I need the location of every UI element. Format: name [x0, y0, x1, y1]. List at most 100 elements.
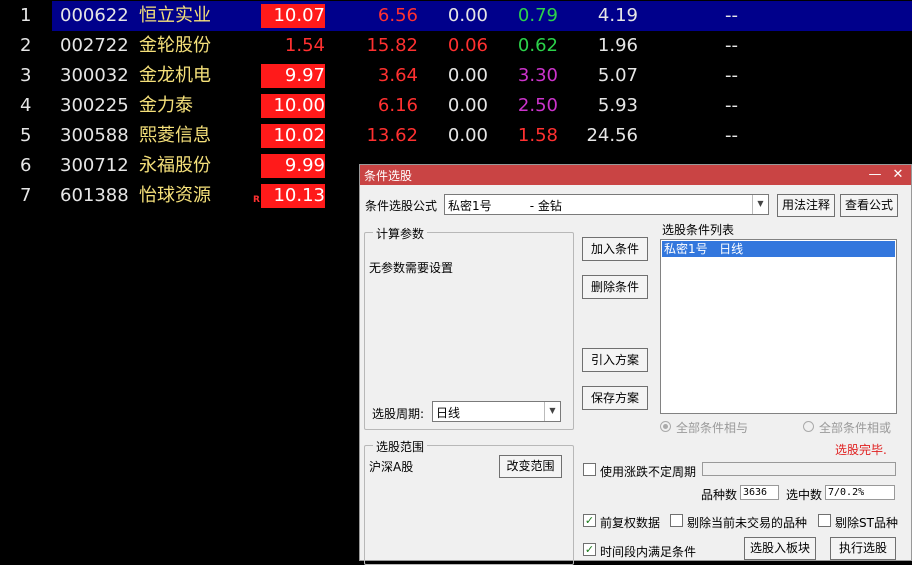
execute-button[interactable]: 执行选股 [830, 537, 896, 560]
stock-code: 300225 [60, 95, 129, 116]
stock-code: 300712 [60, 155, 129, 176]
time-condition-label: 时间段内满足条件 [600, 545, 697, 559]
turnover: 1.58 [517, 125, 558, 146]
extra-value: -- [725, 5, 738, 26]
row-index: 5 [20, 125, 32, 146]
table-row[interactable]: 4 300225 金力泰 10.00 6.16 0.00 2.50 5.93 -- [0, 91, 912, 121]
exclude-st-checkbox[interactable] [818, 514, 831, 527]
uncertain-period-label: 使用涨跌不定周期 [600, 465, 697, 479]
formula-value: 私密1号 - 金钻 [448, 199, 562, 213]
time-condition-checkbox[interactable]: ✓ [583, 543, 596, 556]
stock-code: 000622 [60, 5, 129, 26]
change-value: 0.00 [447, 5, 488, 26]
pe-ratio: 5.07 [597, 65, 638, 86]
turnover: 2.50 [517, 95, 558, 116]
usage-note-button[interactable]: 用法注释 [777, 194, 835, 217]
stock-price: 15.82 [366, 35, 418, 56]
minimize-icon[interactable]: — [865, 165, 885, 185]
change-value: 0.00 [447, 125, 488, 146]
stock-name: 怡球资源 [139, 185, 211, 206]
change-percent: 9.99 [261, 154, 325, 178]
params-text: 无参数需要设置 [369, 261, 454, 275]
stock-name: 恒立实业 [139, 5, 211, 26]
exclude-st-label: 剔除ST品种 [835, 516, 898, 530]
table-row[interactable]: 1 000622 恒立实业 10.07 6.56 0.00 0.79 4.19 -- [0, 1, 912, 31]
close-icon[interactable]: ✕ [888, 165, 908, 185]
selected-count-value: 7/0.2% [825, 485, 895, 500]
stock-name: 金力泰 [139, 95, 193, 116]
params-legend: 计算参数 [373, 225, 428, 242]
stock-name: 永福股份 [139, 155, 211, 176]
chevron-down-icon[interactable]: ▼ [752, 195, 768, 214]
change-value: 0.06 [447, 35, 488, 56]
import-plan-button[interactable]: 引入方案 [582, 348, 648, 372]
radio-or-label: 全部条件相或 [819, 421, 892, 435]
stock-name: 金轮股份 [139, 35, 211, 56]
table-row[interactable]: 3 300032 金龙机电 9.97 3.64 0.00 3.30 5.07 -- [0, 61, 912, 91]
stock-code: 300032 [60, 65, 129, 86]
uncertain-period-checkbox[interactable] [583, 463, 596, 476]
stock-name: 熙菱信息 [139, 125, 211, 146]
radio-and[interactable] [660, 421, 671, 432]
change-percent: 10.02 [261, 124, 325, 148]
chevron-down-icon[interactable]: ▼ [544, 402, 560, 421]
change-percent: 9.97 [261, 64, 325, 88]
status-text: 选股完毕. [835, 443, 887, 457]
params-group: 计算参数 无参数需要设置 选股周期: 日线 ▼ [364, 225, 574, 430]
change-value: 0.00 [447, 95, 488, 116]
period-label: 选股周期: [372, 407, 425, 421]
table-row[interactable]: 2 002722 金轮股份 1.54 15.82 0.06 0.62 1.96 -- [0, 31, 912, 61]
adjusted-data-label: 前复权数据 [600, 516, 661, 530]
pe-ratio: 24.56 [586, 125, 638, 146]
condition-stock-dialog: 条件选股 — ✕ 条件选股公式 私密1号 - 金钻 ▼ 用法注释 查看公式 计算… [359, 164, 912, 565]
save-plan-button[interactable]: 保存方案 [582, 386, 648, 410]
extra-value: -- [725, 95, 738, 116]
conditions-list[interactable]: 私密1号 日线 [660, 239, 897, 414]
table-row[interactable]: 5 300588 熙菱信息 10.02 13.62 0.00 1.58 24.56 -- [0, 121, 912, 151]
radio-or[interactable] [803, 421, 814, 432]
pe-ratio: 5.93 [597, 95, 638, 116]
dialog-title: 条件选股 [364, 169, 413, 183]
range-legend: 选股范围 [373, 438, 428, 455]
radio-and-label: 全部条件相与 [676, 421, 749, 435]
conditions-label: 选股条件列表 [662, 223, 735, 237]
dialog-titlebar[interactable]: 条件选股 — ✕ [360, 165, 911, 185]
turnover: 0.79 [517, 5, 558, 26]
view-formula-button[interactable]: 查看公式 [840, 194, 898, 217]
count-value: 3636 [740, 485, 779, 500]
row-index: 4 [20, 95, 32, 116]
turnover: 3.30 [517, 65, 558, 86]
stock-price: 3.64 [377, 65, 418, 86]
stock-price: 6.16 [377, 95, 418, 116]
row-index: 3 [20, 65, 32, 86]
range-group: 选股范围 沪深A股 改变范围 [364, 438, 574, 565]
change-percent: 10.00 [261, 94, 325, 118]
exclude-untraded-checkbox[interactable] [670, 514, 683, 527]
list-item[interactable]: 私密1号 日线 [662, 241, 895, 257]
row-index: 2 [20, 35, 32, 56]
range-value: 沪深A股 [369, 460, 414, 474]
uncertain-period-field[interactable] [702, 462, 896, 476]
row-index: 7 [20, 185, 32, 206]
turnover: 0.62 [517, 35, 558, 56]
delete-condition-button[interactable]: 删除条件 [582, 275, 648, 299]
stock-price: 6.56 [377, 5, 418, 26]
period-select[interactable]: 日线 ▼ [432, 401, 561, 422]
period-value: 日线 [436, 406, 461, 420]
row-index: 6 [20, 155, 32, 176]
stock-code: 601388 [60, 185, 129, 206]
change-range-button[interactable]: 改变范围 [499, 455, 562, 478]
extra-value: -- [725, 125, 738, 146]
change-percent: 1.54 [284, 35, 325, 56]
stock-name: 金龙机电 [139, 65, 211, 86]
extra-value: -- [725, 35, 738, 56]
row-flag: R [253, 195, 260, 205]
add-to-block-button[interactable]: 选股入板块 [744, 537, 816, 560]
count-label: 品种数 [701, 488, 738, 502]
add-condition-button[interactable]: 加入条件 [582, 237, 648, 261]
change-value: 0.00 [447, 65, 488, 86]
formula-label: 条件选股公式 [365, 199, 438, 213]
adjusted-data-checkbox[interactable]: ✓ [583, 514, 596, 527]
formula-select[interactable]: 私密1号 - 金钻 ▼ [444, 194, 769, 215]
change-percent: 10.13 [261, 184, 325, 208]
